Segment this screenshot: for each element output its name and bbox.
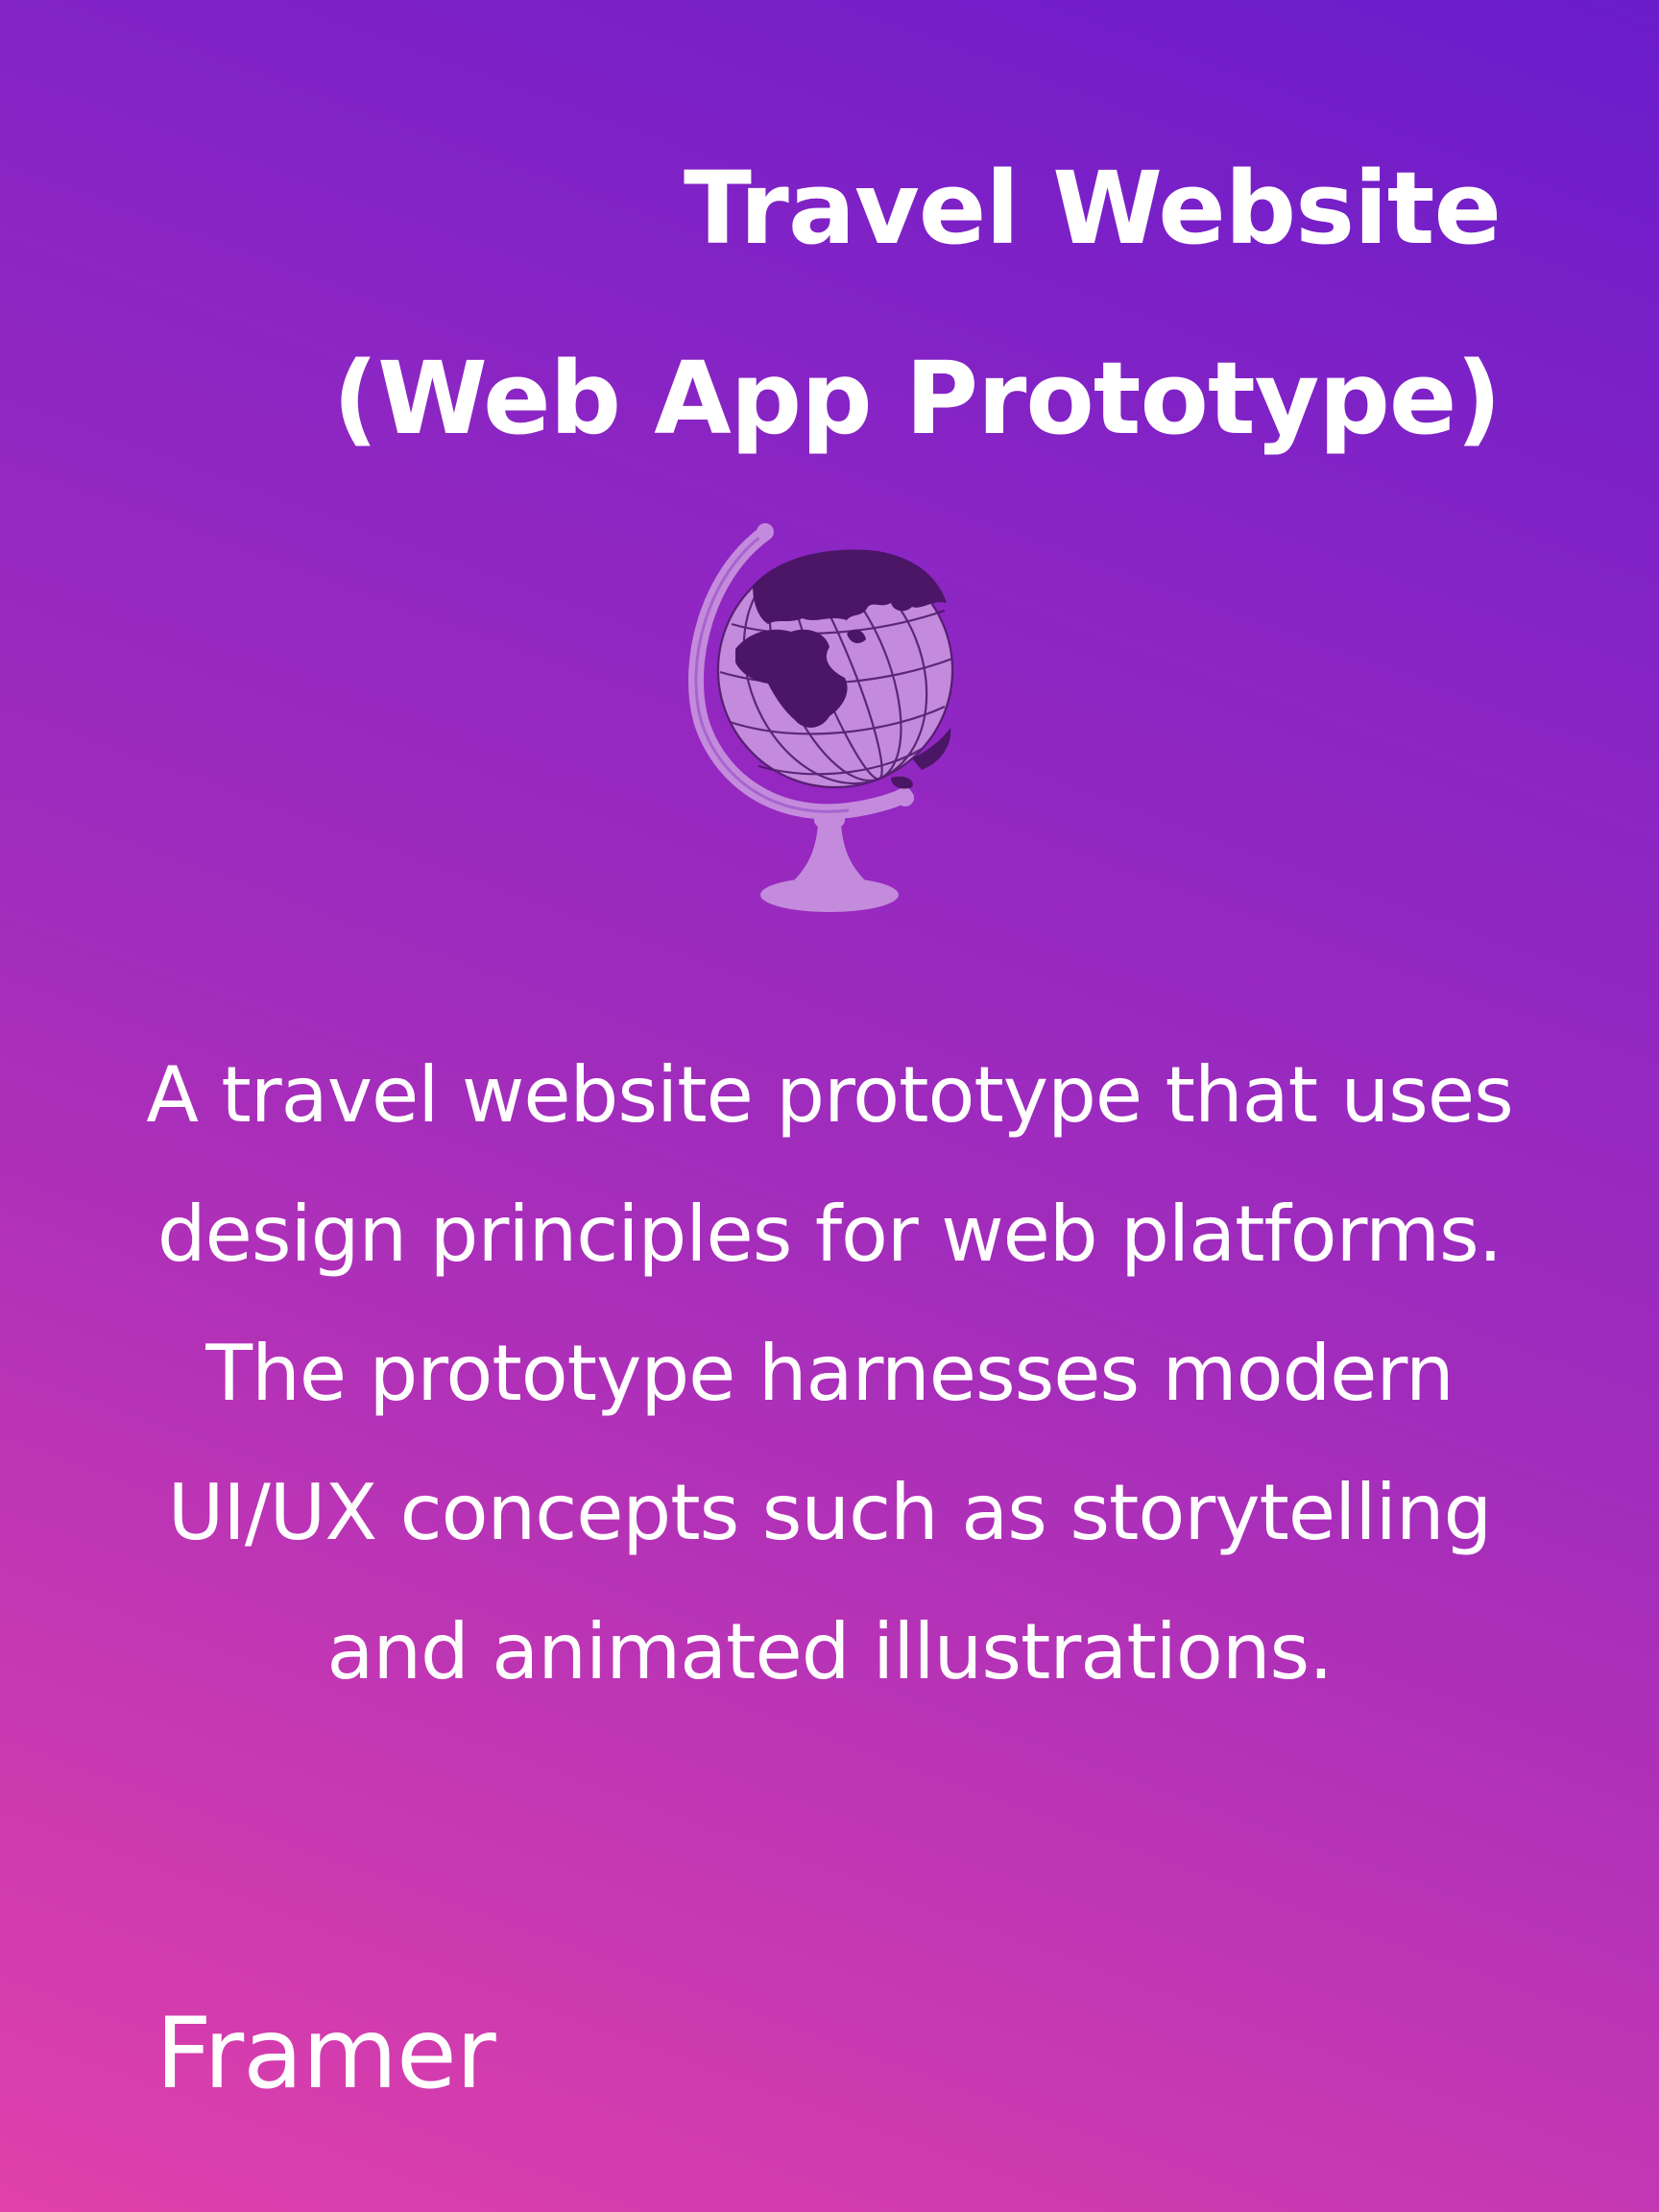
project-title-line-2: (Web App Prototype) — [332, 340, 1502, 457]
tool-label: Framer — [156, 1997, 496, 2111]
project-title: Travel Website (Web App Prototype) — [156, 113, 1502, 493]
project-description: A travel website prototype that uses des… — [146, 1050, 1514, 1696]
project-title-line-1: Travel Website — [684, 150, 1502, 267]
project-card: Travel Website (Web App Prototype) A tra… — [0, 0, 1659, 2212]
globe-icon — [688, 523, 954, 912]
